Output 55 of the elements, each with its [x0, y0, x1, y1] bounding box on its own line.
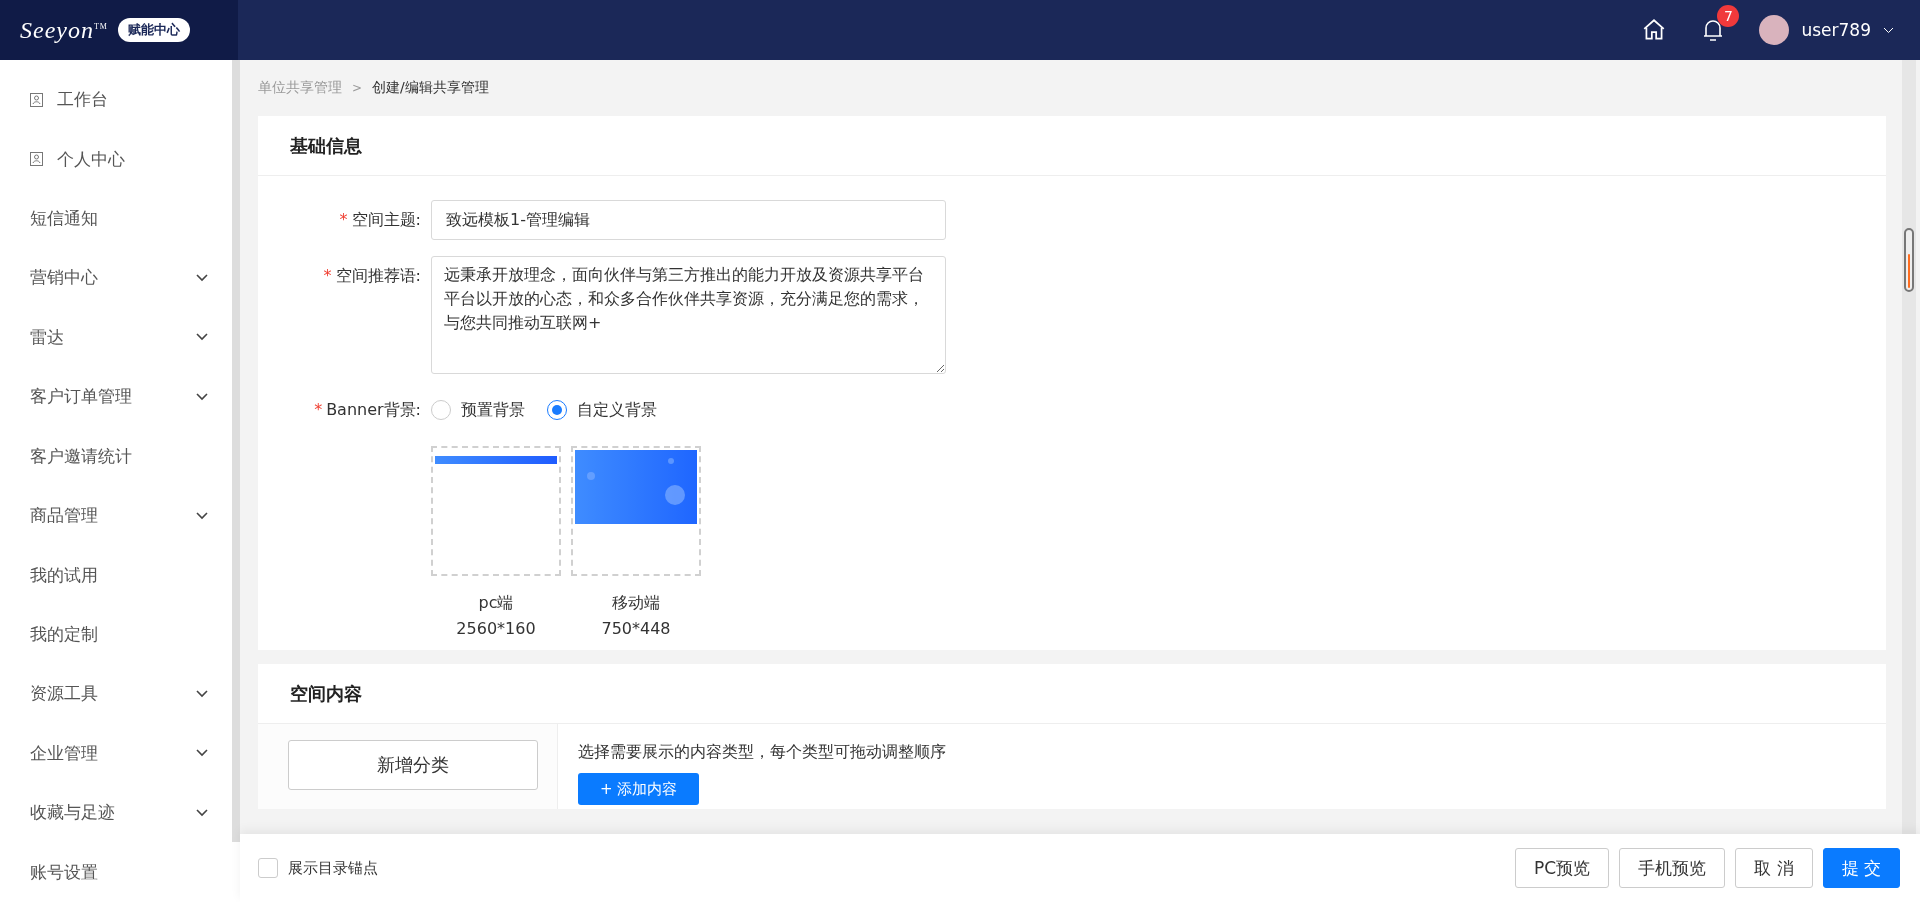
sidebar-scrollbar[interactable]: [232, 60, 240, 842]
preview-caption: pc端: [478, 592, 514, 614]
sidebar-item[interactable]: 我的定制: [0, 604, 232, 665]
banner-upload-tile[interactable]: [571, 446, 701, 576]
chevron-down-icon: [196, 273, 208, 282]
preview-size: 750*448: [601, 618, 671, 640]
footer-button[interactable]: 手机预览: [1619, 848, 1726, 888]
sidebar-item[interactable]: 个人中心: [0, 129, 232, 189]
sidebar-item[interactable]: 客户邀请统计: [0, 426, 232, 486]
banner-upload-tile[interactable]: [431, 446, 561, 576]
chevron-down-icon: [196, 333, 208, 342]
submit-button[interactable]: 提 交: [1822, 848, 1900, 888]
sidebar-item[interactable]: 商品管理: [0, 485, 232, 546]
product-badge: 赋能中心: [117, 18, 190, 42]
page-scrollbar[interactable]: [1904, 228, 1914, 292]
field-label: * 空间推荐语:: [322, 265, 422, 287]
notification-badge: 7: [1717, 5, 1740, 27]
sidebar-item[interactable]: 雷达: [0, 307, 232, 368]
text-area[interactable]: 远秉承开放理念，面向伙伴与第三方推出的能力开放及资源共享平台平台以开放的心态，和众多合作伙伴共享资源，充分满足您的需求，与您共同推动互联网+: [431, 256, 946, 374]
preview-size: 2560*160: [456, 618, 536, 640]
sidebar-item[interactable]: 资源工具: [0, 664, 232, 724]
chevron-down-icon: [196, 808, 208, 817]
footer-button[interactable]: PC预览: [1515, 848, 1610, 888]
chevron-down-icon: [196, 511, 208, 520]
hint-text: 选择需要展示的内容类型，每个类型可拖动调整顺序: [578, 742, 946, 763]
radio-option[interactable]: 预置背景: [431, 399, 525, 421]
add-category-button[interactable]: 新增分类: [288, 740, 538, 790]
sidebar-item[interactable]: 账号设置: [0, 842, 232, 902]
radio-option[interactable]: 自定义背景: [547, 399, 657, 421]
sidebar-item[interactable]: 短信通知: [0, 188, 232, 249]
breadcrumb-separator: >: [352, 81, 363, 95]
chevron-down-icon: [196, 689, 208, 698]
field-label: * 空间主题:: [338, 209, 422, 231]
chevron-down-icon: [196, 392, 208, 401]
sidebar-item[interactable]: 我的试用: [0, 545, 232, 605]
chevron-down-icon: [196, 749, 208, 758]
brand-logo: Seeyon$^{TM}$: [20, 16, 108, 44]
chevron-down-icon[interactable]: [1883, 26, 1894, 34]
user-name[interactable]: user789: [1801, 20, 1871, 40]
sidebar-item[interactable]: 企业管理: [0, 723, 232, 784]
section-title: 基础信息: [290, 133, 362, 158]
contact-card-icon: [30, 92, 43, 107]
sidebar-item[interactable]: 工作台: [0, 70, 232, 130]
sidebar-item[interactable]: 营销中心: [0, 248, 232, 308]
anchor-checkbox[interactable]: 展示目录锚点: [258, 858, 378, 878]
sidebar-item[interactable]: 客户订单管理: [0, 367, 232, 427]
preview-caption: 移动端: [612, 592, 660, 614]
sidebar-item[interactable]: 收藏与足迹: [0, 783, 232, 843]
field-label: * Banner背景:: [313, 399, 422, 421]
footer-button[interactable]: 取 消: [1735, 848, 1813, 888]
contact-card-icon: [30, 152, 43, 167]
add-content-button[interactable]: + 添加内容: [578, 773, 700, 805]
section-title: 空间内容: [290, 681, 362, 706]
input-field[interactable]: 致远模板1-管理编辑: [431, 200, 946, 240]
user-avatar[interactable]: [1759, 15, 1790, 45]
